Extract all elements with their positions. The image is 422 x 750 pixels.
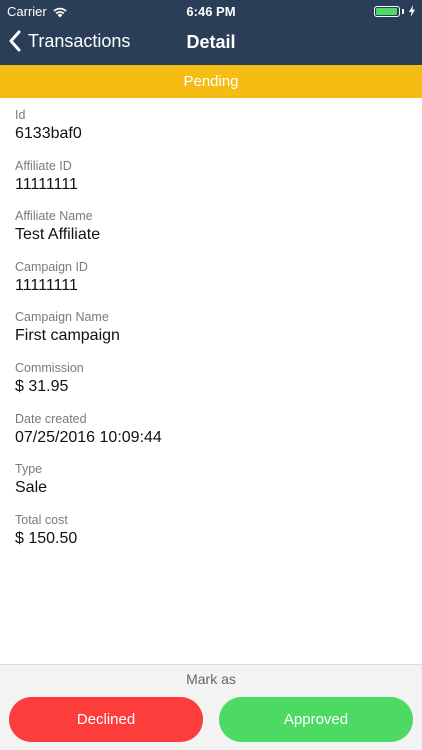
action-bar: Mark as Declined Approved	[0, 664, 422, 750]
field-total-cost: Total cost $ 150.50	[15, 513, 407, 564]
field-commission: Commission $ 31.95	[15, 361, 407, 412]
field-label: Campaign ID	[15, 259, 88, 274]
battery-level	[376, 7, 397, 15]
field-value: 07/25/2016 10:09:44	[15, 428, 162, 446]
field-type: Type Sale	[15, 462, 407, 513]
status-bar: Carrier 6:46 PM	[0, 0, 422, 22]
field-label: Type	[15, 462, 43, 477]
field-campaign-name: Campaign Name First campaign	[15, 310, 407, 361]
declined-button[interactable]: Declined	[9, 697, 203, 742]
battery-icon	[374, 5, 400, 17]
field-label: Id	[15, 108, 26, 122]
field-value: $ 31.95	[15, 377, 69, 395]
mark-as-label: Mark as	[186, 671, 236, 687]
transaction-details: Id 6133baf0 Affiliate ID 11111111 Affili…	[15, 108, 407, 563]
approved-button[interactable]: Approved	[219, 697, 413, 742]
charging-bolt-icon	[409, 5, 415, 17]
battery-indicator	[374, 5, 416, 17]
navigation-bar: Transactions Detail	[0, 22, 422, 65]
battery-cap	[402, 8, 404, 14]
field-label: Affiliate ID	[15, 158, 72, 173]
page-title: Detail	[186, 32, 236, 52]
field-id: Id 6133baf0	[15, 108, 407, 159]
clock: 6:46 PM	[186, 4, 236, 19]
field-value: 11111111	[15, 175, 78, 193]
field-value: First campaign	[15, 327, 120, 345]
field-campaign-id: Campaign ID 11111111	[15, 260, 407, 311]
field-value: Test Affiliate	[15, 226, 101, 244]
field-affiliate-id: Affiliate ID 11111111	[15, 159, 407, 210]
navigation-header: Carrier 6:46 PM Transactions Detail	[0, 0, 422, 65]
field-label: Affiliate Name	[15, 209, 93, 224]
field-value: 11111111	[15, 276, 78, 294]
field-value: Sale	[15, 479, 48, 497]
field-label: Commission	[15, 360, 84, 375]
field-label: Total cost	[15, 512, 68, 527]
field-value: $ 150.50	[15, 529, 78, 547]
field-label: Date created	[15, 411, 87, 426]
field-value: 6133baf0	[15, 125, 82, 142]
field-label: Campaign Name	[15, 310, 109, 325]
status-banner: Pending	[0, 65, 422, 98]
field-date-created: Date created 07/25/2016 10:09:44	[15, 412, 407, 463]
field-affiliate-name: Affiliate Name Test Affiliate	[15, 209, 407, 260]
